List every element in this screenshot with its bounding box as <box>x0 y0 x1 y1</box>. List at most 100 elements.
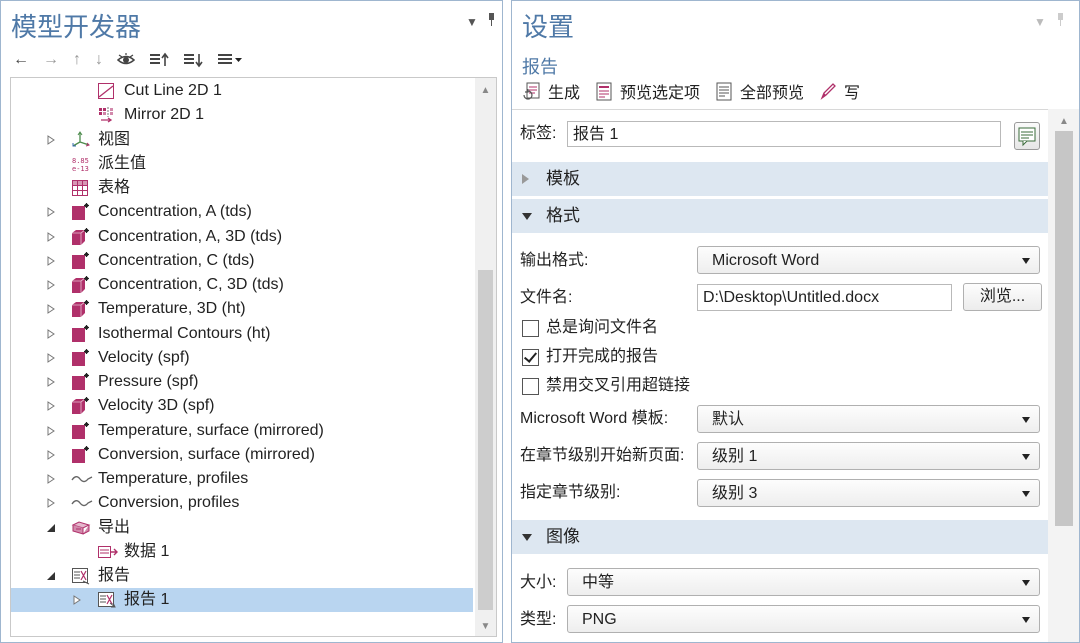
forward-arrow-icon[interactable]: → <box>43 50 59 70</box>
tree-item-label: Temperature, profiles <box>98 470 249 487</box>
tree-item[interactable]: Conversion, surface (mirrored) <box>11 443 473 467</box>
tree-item[interactable]: Cut Line 2D 1 <box>11 79 473 103</box>
tree-expanded-icon[interactable] <box>45 570 57 582</box>
back-arrow-icon[interactable]: ← <box>13 50 29 70</box>
tree-item-label: 导出 <box>98 518 131 536</box>
tree-item[interactable]: Concentration, C, 3D (tds) <box>11 273 473 297</box>
tree-collapsed-icon[interactable] <box>45 449 57 461</box>
open-finished-report-checkbox[interactable] <box>522 349 539 366</box>
image-section-header[interactable]: 图像 <box>512 520 1048 554</box>
browse-button[interactable]: 浏览... <box>963 283 1042 311</box>
scroll-up-icon[interactable]: ▲ <box>475 82 496 98</box>
tree-toolbar: ← → ↑ ↓ <box>13 49 243 71</box>
tree-item[interactable]: Pressure (spf) <box>11 370 473 394</box>
tree-item[interactable]: Velocity 3D (spf) <box>11 394 473 418</box>
tree-item-label: Pressure (spf) <box>98 373 199 390</box>
scroll-down-icon[interactable]: ▼ <box>475 618 496 634</box>
tree-item[interactable]: 报告 1 <box>11 588 473 613</box>
tree-item[interactable]: Velocity (spf) <box>11 346 473 370</box>
plot-group-2d-icon <box>71 251 89 270</box>
plot-group-3d-icon <box>71 300 89 318</box>
tree-item[interactable]: 导出 <box>11 516 473 540</box>
tree-item[interactable]: Concentration, A, 3D (tds) <box>11 225 473 249</box>
always-ask-filename-checkbox[interactable] <box>522 320 539 337</box>
settings-scrollbar[interactable]: ▲ <box>1048 109 1079 642</box>
write-button[interactable]: 写 <box>818 79 860 103</box>
tree-collapsed-icon[interactable] <box>45 134 57 146</box>
tree-collapsed-icon[interactable] <box>71 594 83 606</box>
edit-label-button[interactable] <box>1014 122 1040 150</box>
tree-collapsed-icon[interactable] <box>45 255 57 267</box>
tree-item[interactable]: Conversion, profiles <box>11 491 473 515</box>
pin-icon[interactable] <box>487 13 495 27</box>
scroll-thumb[interactable] <box>1055 131 1073 526</box>
label-input[interactable]: 报告 1 <box>567 121 1001 147</box>
tree-collapsed-icon[interactable] <box>45 231 57 243</box>
tree-item[interactable]: 8.85 e-13 派生值 <box>11 152 473 176</box>
tree-item[interactable]: Isothermal Contours (ht) <box>11 322 473 346</box>
tree-item[interactable]: 报告 <box>11 564 473 588</box>
tree-item[interactable]: Temperature, profiles <box>11 467 473 491</box>
scroll-thumb[interactable] <box>478 270 493 610</box>
tree-scrollbar[interactable]: ▲ ▼ <box>475 78 496 636</box>
move-down-icon[interactable]: ↓ <box>95 50 103 70</box>
image-size-value: 中等 <box>582 574 615 591</box>
image-size-select[interactable]: 中等 <box>567 568 1040 596</box>
tree-collapsed-icon[interactable] <box>45 328 57 340</box>
format-section-header[interactable]: 格式 <box>512 199 1048 233</box>
show-eye-icon[interactable] <box>117 52 135 68</box>
tree-collapsed-icon[interactable] <box>45 376 57 388</box>
word-template-value: 默认 <box>712 411 745 428</box>
tree-expanded-icon[interactable] <box>45 522 57 534</box>
preview-all-button[interactable]: 全部预览 <box>714 79 804 103</box>
tree-collapsed-icon[interactable] <box>45 425 57 437</box>
generate-button[interactable]: 生成 <box>522 79 580 103</box>
list-view-icon[interactable] <box>217 52 243 68</box>
filename-input[interactable]: D:\Desktop\Untitled.docx <box>697 284 952 311</box>
disable-hyperlinks-checkbox[interactable] <box>522 378 539 395</box>
expand-all-icon[interactable] <box>183 52 203 68</box>
tree-collapsed-icon[interactable] <box>45 352 57 364</box>
plot-group-2d-icon <box>71 203 89 221</box>
tree-item[interactable]: Concentration, A (tds) <box>11 200 473 224</box>
pin-icon[interactable] <box>1056 13 1064 27</box>
tree-collapsed-icon[interactable] <box>45 473 57 485</box>
template-section-header[interactable]: 模板 <box>512 162 1048 196</box>
tree-item[interactable]: 表格 <box>11 176 473 200</box>
new-page-level-value: 级别 1 <box>712 448 758 465</box>
panel-menu-chevron-icon[interactable]: ▼ <box>1034 15 1046 29</box>
tree-item-label: 派生值 <box>98 154 147 172</box>
tree-item[interactable]: Temperature, surface (mirrored) <box>11 419 473 443</box>
output-format-select[interactable]: Microsoft Word <box>697 246 1040 274</box>
preview-all-label: 全部预览 <box>740 85 805 102</box>
panel-menu-chevron-icon[interactable]: ▼ <box>466 15 478 29</box>
image-section-title: 图像 <box>546 527 580 546</box>
tree-item[interactable]: Concentration, C (tds) <box>11 249 473 273</box>
data-export-icon <box>97 543 118 561</box>
svg-text:e-13: e-13 <box>72 165 89 173</box>
collapse-all-icon[interactable] <box>149 52 169 68</box>
image-type-select[interactable]: PNG <box>567 605 1040 633</box>
tree-item-label: Velocity 3D (spf) <box>98 397 215 415</box>
tree-item[interactable]: 视图 <box>11 128 473 152</box>
preview-selected-button[interactable]: 预览选定项 <box>594 79 700 103</box>
scroll-up-icon[interactable]: ▲ <box>1048 113 1079 129</box>
plot-group-3d-icon <box>71 227 89 246</box>
chevron-down-icon <box>1022 417 1030 423</box>
tree-item[interactable]: Mirror 2D 1 <box>11 103 473 127</box>
tree-collapsed-icon[interactable] <box>45 497 57 509</box>
tree-item[interactable]: Temperature, 3D (ht) <box>11 297 473 321</box>
tree-collapsed-icon[interactable] <box>45 279 57 291</box>
word-template-select[interactable]: 默认 <box>697 405 1040 433</box>
tree-collapsed-icon[interactable] <box>45 303 57 315</box>
move-up-icon[interactable]: ↑ <box>73 50 81 70</box>
new-page-level-select[interactable]: 级别 1 <box>697 442 1040 470</box>
output-format-label: 输出格式: <box>520 252 589 269</box>
tree-item-label: 表格 <box>98 179 131 196</box>
tree-item-label: Concentration, A, 3D (tds) <box>98 227 283 245</box>
tree-item[interactable]: 数据 1 <box>11 540 473 564</box>
chevron-down-icon <box>1022 491 1030 497</box>
chapter-level-select[interactable]: 级别 3 <box>697 479 1040 507</box>
tree-collapsed-icon[interactable] <box>45 206 57 218</box>
tree-collapsed-icon[interactable] <box>45 400 57 412</box>
